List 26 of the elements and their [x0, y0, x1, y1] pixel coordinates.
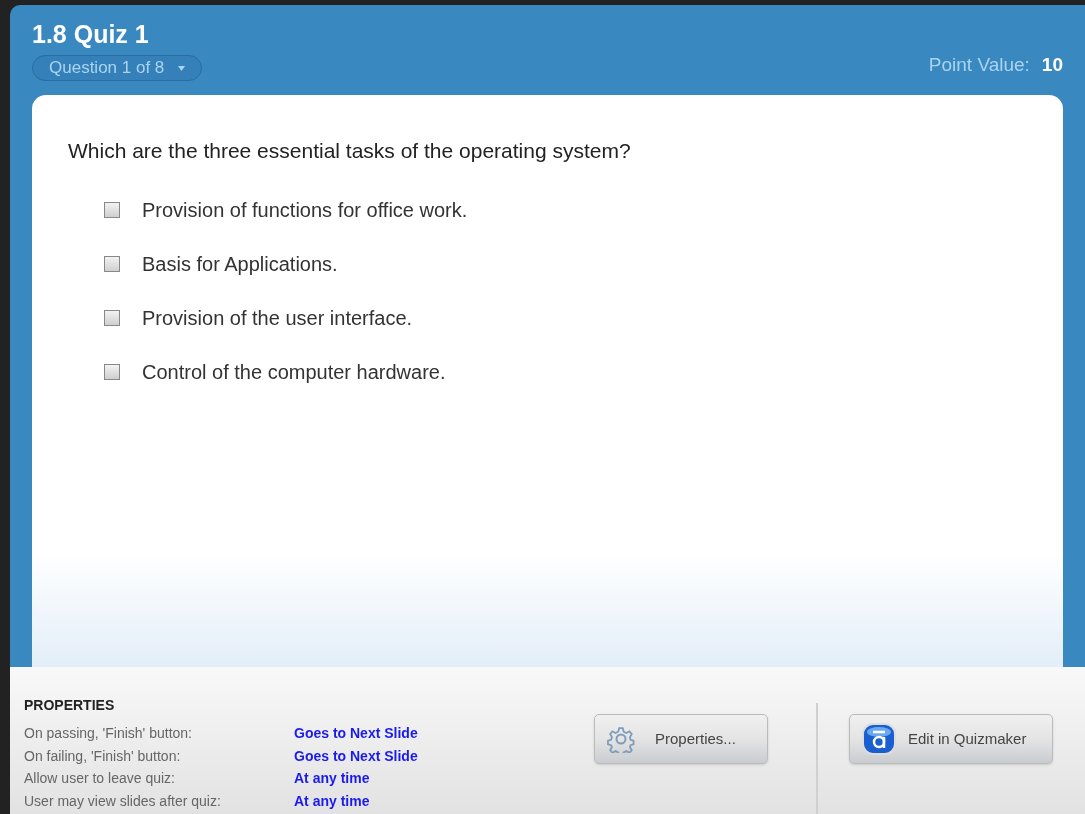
properties-heading: PROPERTIES: [24, 696, 116, 715]
question-text: Which are the three essential tasks of the operating system?: [68, 138, 632, 164]
point-value-label: Point Value:: [928, 52, 1030, 77]
property-value: At any time: [294, 791, 371, 811]
quizmaker-logo-icon: [862, 723, 896, 755]
checkbox[interactable]: [104, 256, 120, 272]
properties-button[interactable]: Properties...: [594, 714, 768, 764]
option-label: Control of the computer hardware.: [142, 360, 446, 385]
gear-icon: [607, 725, 635, 753]
checkbox[interactable]: [104, 202, 120, 218]
property-value: Goes to Next Slide: [294, 724, 419, 743]
property-name: On failing, 'Finish' button:: [24, 746, 182, 766]
property-name: User may view slides after quiz:: [24, 791, 222, 811]
property-name: Allow user to leave quiz:: [24, 769, 176, 788]
property-name: On passing, 'Finish' button:: [24, 724, 193, 743]
property-value: At any time: [294, 769, 371, 788]
caret-icon: [178, 65, 186, 71]
checkbox[interactable]: [104, 364, 120, 380]
property-value: Goes to Next Slide: [294, 746, 419, 766]
option-label: Provision of the user interface.: [142, 306, 413, 331]
option-label: Basis for Applications.: [142, 252, 338, 277]
point-value: 10: [1041, 52, 1063, 77]
edit-in-quizmaker-button[interactable]: Edit in Quizmaker: [849, 714, 1053, 764]
option-label: Provision of functions for office work.: [142, 198, 468, 223]
quiz-title: 1.8 Quiz 1: [32, 19, 150, 49]
checkbox[interactable]: [104, 310, 120, 326]
